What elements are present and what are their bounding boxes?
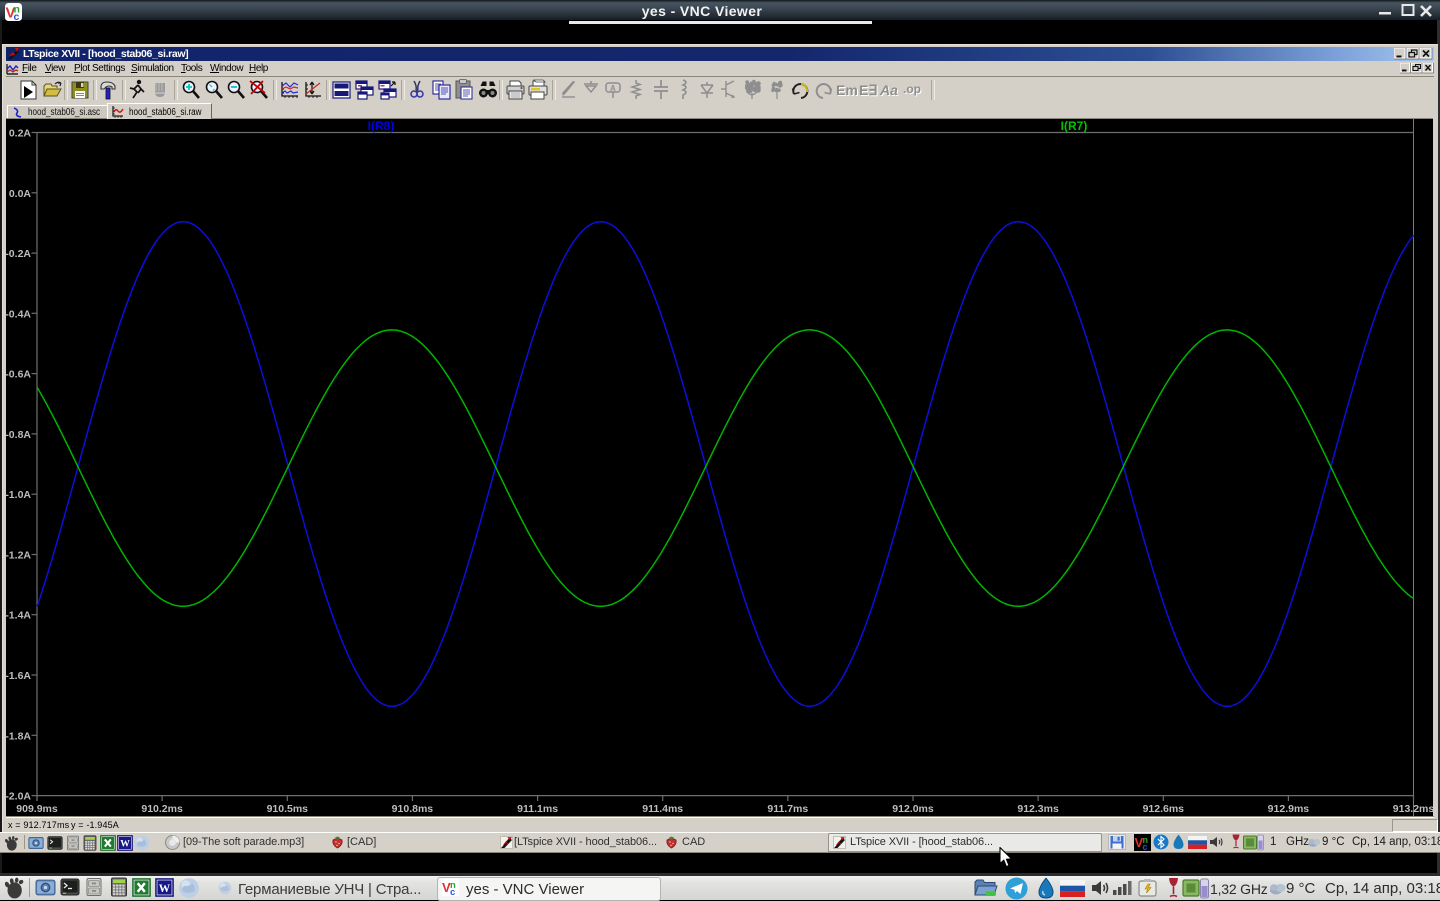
svg-text:0.2A: 0.2A	[9, 128, 32, 140]
svg-text:-2.0A: -2.0A	[5, 791, 31, 803]
svg-text:-0.8A: -0.8A	[5, 429, 31, 441]
svg-text:912.3ms: 912.3ms	[1017, 803, 1059, 815]
svg-text:W: W	[120, 839, 130, 850]
svg-text:909.9ms: 909.9ms	[16, 803, 58, 815]
svg-text:-1.8A: -1.8A	[5, 730, 31, 742]
svg-text:-0.4A: -0.4A	[5, 308, 31, 320]
svg-text:910.8ms: 910.8ms	[392, 803, 434, 815]
svg-text:c: c	[450, 887, 455, 896]
svg-text:-1.2A: -1.2A	[5, 550, 31, 562]
svg-text:911.4ms: 911.4ms	[642, 803, 683, 815]
svg-text:912.0ms: 912.0ms	[892, 803, 934, 815]
svg-text:-1.6A: -1.6A	[5, 670, 31, 682]
svg-text:911.1ms: 911.1ms	[517, 803, 558, 815]
svg-text:W: W	[159, 883, 171, 895]
svg-text:I(R8): I(R8)	[368, 119, 395, 133]
svg-text:0.0A: 0.0A	[9, 188, 32, 200]
svg-text:911.7ms: 911.7ms	[767, 803, 808, 815]
svg-text:c: c	[1143, 842, 1148, 851]
svg-text:A: A	[610, 84, 616, 93]
svg-text:910.2ms: 910.2ms	[141, 803, 183, 815]
svg-text:-1.0A: -1.0A	[5, 489, 31, 501]
svg-text:912.9ms: 912.9ms	[1268, 803, 1310, 815]
svg-text:913.2ms: 913.2ms	[1393, 803, 1433, 815]
svg-text:-0.2A: -0.2A	[5, 248, 31, 260]
svg-text:-1.4A: -1.4A	[5, 610, 31, 622]
svg-text:912.6ms: 912.6ms	[1143, 803, 1185, 815]
svg-text:I(R7): I(R7)	[1061, 119, 1088, 133]
svg-text:-0.6A: -0.6A	[5, 369, 31, 381]
svg-text:910.5ms: 910.5ms	[267, 803, 309, 815]
